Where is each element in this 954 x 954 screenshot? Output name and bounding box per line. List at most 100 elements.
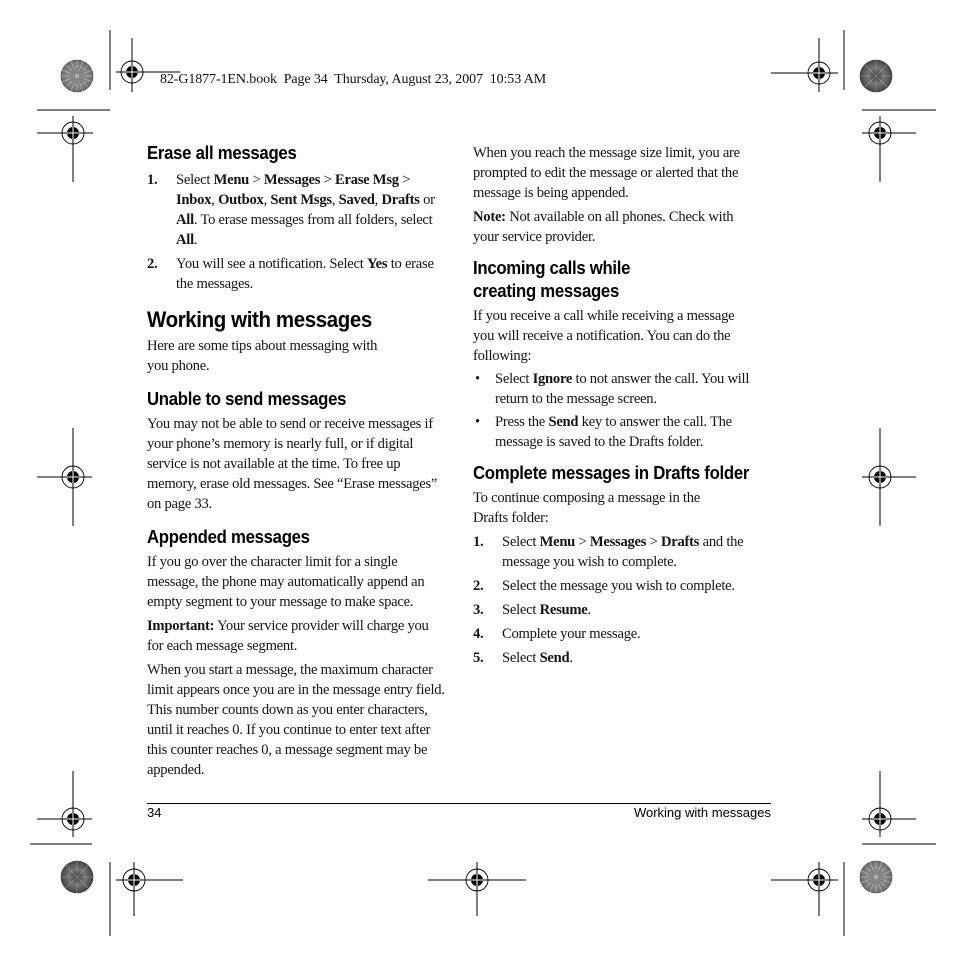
ui-term: Ignore: [532, 371, 573, 387]
registration-mark-icon: [771, 38, 838, 92]
page-title: Working with messages: [147, 307, 372, 332]
list-item: 1. Select Menu > Messages > Erase Msg > I…: [147, 170, 447, 250]
list-marker: •: [475, 414, 480, 430]
section-appended-messages: Appended messages If you go over the cha…: [147, 526, 447, 780]
ui-term: Saved: [338, 192, 375, 208]
text-run: You will see a notification. Select: [176, 256, 367, 272]
ui-term: Menu: [213, 172, 250, 188]
list-marker: 2.: [473, 578, 484, 594]
list-marker: 3.: [473, 602, 484, 618]
print-slug-line: 82-G1877-1EN.book Page 34 Thursday, Augu…: [160, 72, 547, 87]
list-item: 5. Select Send.: [473, 648, 773, 668]
ui-term: Resume: [539, 602, 588, 618]
text-run: .: [193, 232, 198, 248]
section-unable-to-send: Unable to send messages You may not be a…: [147, 388, 447, 514]
page-number: 34: [147, 805, 162, 820]
section-heading: Unable to send messages: [147, 389, 347, 409]
body-paragraph: When you start a message, the maximum ch…: [147, 662, 445, 778]
section-heading: Appended messages: [147, 527, 310, 547]
text-run: Press the: [495, 414, 549, 430]
registration-mark-icon: [37, 428, 92, 526]
section-heading: Erase all messages: [147, 143, 297, 163]
registration-mark-icon: [862, 771, 916, 837]
list-item: 4. Complete your message.: [473, 624, 773, 644]
section-complete-drafts: Complete messages in Drafts folder To co…: [473, 462, 773, 668]
star-target-icon: [859, 59, 893, 93]
list-marker: 4.: [473, 626, 484, 642]
body-paragraph: To continue composing a message in the D…: [473, 490, 700, 526]
registration-mark-icon: [862, 116, 916, 182]
section-heading: Incoming calls while creating messages: [473, 258, 631, 301]
list-item: 2. Select the message you wish to complet…: [473, 576, 773, 596]
text-run: ,: [331, 192, 339, 208]
running-footer-title: Working with messages: [633, 805, 771, 820]
star-target-icon: [60, 59, 94, 93]
section-size-limit: When you reach the message size limit, y…: [473, 143, 773, 247]
star-target-icon: [859, 860, 893, 894]
important-label: Important:: [147, 618, 215, 634]
list-marker: 5.: [473, 650, 484, 666]
ui-term: Inbox: [176, 192, 212, 208]
text-run: Select: [502, 534, 540, 550]
ui-term: Drafts: [381, 192, 420, 208]
registration-mark-icon: [116, 862, 183, 916]
section-incoming-calls: Incoming calls while creating messages If…: [473, 257, 773, 452]
text-run: Select the message you wish to complete.: [502, 578, 735, 594]
note: Note: Not available on all phones. Check…: [473, 209, 734, 245]
text-run: Select: [502, 602, 540, 618]
registration-mark-icon: [37, 116, 93, 182]
ui-term: All: [176, 212, 194, 228]
body-paragraph: If you go over the character limit for a…: [147, 554, 425, 610]
text-run: Select: [495, 371, 533, 387]
note-label: Note:: [473, 209, 506, 225]
body-paragraph: If you receive a call while receiving a …: [473, 308, 735, 364]
text-run: .: [587, 602, 592, 618]
ui-term: Menu: [539, 534, 576, 550]
text-run: or: [419, 192, 435, 208]
list-marker: 1.: [147, 172, 158, 188]
text-run: . To erase messages from all folders, se…: [193, 212, 433, 228]
list-marker: 1.: [473, 534, 484, 550]
list-item: • Press the Send key to answer the call. …: [473, 412, 773, 452]
text-run: Select: [502, 650, 540, 666]
body-paragraph: When you reach the message size limit, y…: [473, 145, 740, 201]
intro-paragraph: Here are some tips about messaging with …: [147, 338, 378, 374]
text-run: >: [398, 172, 411, 188]
ui-term: Send: [539, 650, 570, 666]
text-run: >: [249, 172, 264, 188]
ui-term: Yes: [366, 256, 388, 272]
ui-term: Messages: [263, 172, 321, 188]
registration-mark-icon: [37, 771, 92, 837]
list-item: 3. Select Resume.: [473, 600, 773, 620]
list-item: 1. Select Menu > Messages > Drafts and th…: [473, 532, 773, 572]
text-run: >: [575, 534, 590, 550]
list-marker: •: [475, 371, 480, 387]
important-note: Important: Your service provider will ch…: [147, 618, 429, 654]
section-working-with-messages: Working with messages Here are some tips…: [147, 307, 447, 376]
ui-term: Sent Msgs: [270, 192, 332, 208]
ui-term: Drafts: [660, 534, 700, 550]
text-run: .: [569, 650, 573, 666]
ui-term: Outbox: [218, 192, 264, 208]
list-item: • Select Ignore to not answer the call. Y…: [473, 369, 773, 409]
text-run: Complete your message.: [502, 626, 641, 642]
ui-term: All: [176, 232, 194, 248]
registration-mark-icon: [862, 428, 916, 526]
registration-mark-icon: [771, 862, 838, 916]
text-run: >: [320, 172, 335, 188]
erase-steps-list: 1. Select Menu > Messages > Erase Msg > I…: [147, 170, 447, 294]
list-item: 2. You will see a notification. Select Ye…: [147, 254, 447, 294]
body-paragraph: You may not be able to send or receive m…: [147, 416, 438, 512]
star-target-icon: [60, 860, 94, 894]
incoming-options-list: • Select Ignore to not answer the call. Y…: [473, 369, 773, 452]
ui-term: Erase Msg: [334, 172, 399, 188]
section-erase-all-messages: Erase all messages 1. Select Menu > Messa…: [147, 142, 447, 294]
registration-mark-icon: [428, 862, 526, 916]
text-run: >: [646, 534, 661, 550]
footer-divider: [147, 803, 771, 804]
ui-term: Send: [548, 414, 579, 430]
text-run: Select: [176, 172, 214, 188]
drafts-steps-list: 1. Select Menu > Messages > Drafts and th…: [473, 532, 773, 668]
list-marker: 2.: [147, 256, 158, 272]
ui-term: Messages: [589, 534, 647, 550]
